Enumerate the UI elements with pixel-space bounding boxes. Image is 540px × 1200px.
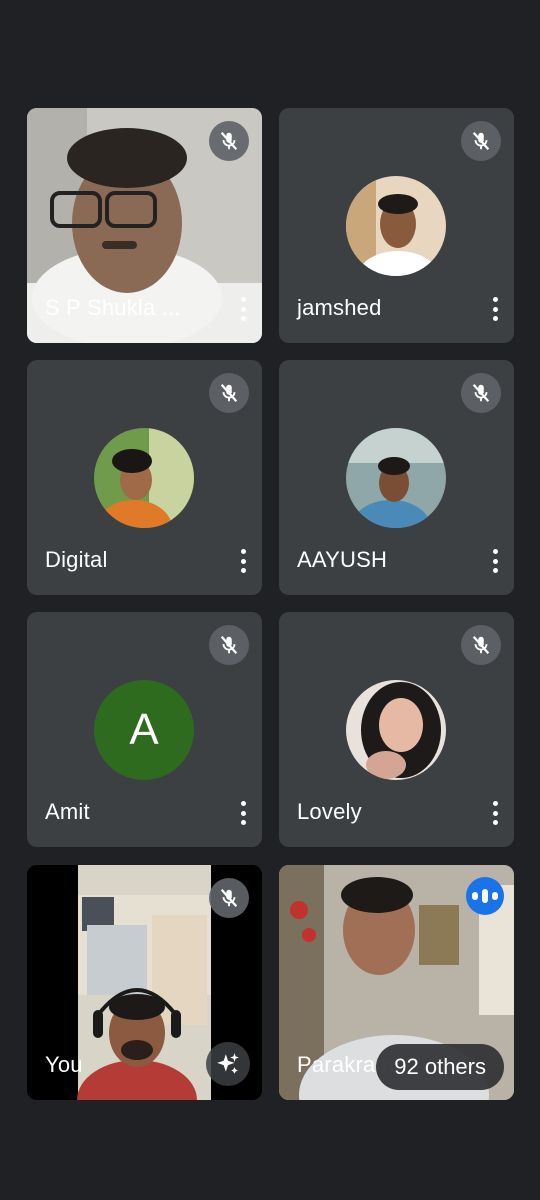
mic-off-icon — [461, 373, 501, 413]
more-options-icon[interactable] — [484, 293, 506, 325]
others-count-button[interactable]: 92 others — [376, 1044, 504, 1090]
participant-name: Digital — [45, 547, 108, 572]
more-options-icon[interactable] — [484, 545, 506, 577]
participant-tile-digital[interactable]: Digital — [27, 360, 262, 595]
participant-name: S P Shukla ... — [45, 295, 181, 320]
participant-tile-jamshed[interactable]: jamshed — [279, 108, 514, 343]
avatar — [94, 428, 194, 528]
avatar — [346, 680, 446, 780]
avatar — [346, 176, 446, 276]
speaking-indicator-icon — [466, 877, 504, 915]
participant-name: Lovely — [297, 799, 362, 824]
more-options-icon[interactable] — [232, 797, 254, 829]
participant-tile-amit[interactable]: A Amit — [27, 612, 262, 847]
participant-tile-lovely[interactable]: Lovely — [279, 612, 514, 847]
mic-off-icon — [209, 121, 249, 161]
more-options-icon[interactable] — [232, 293, 254, 325]
more-options-icon[interactable] — [232, 545, 254, 577]
participant-name: Amit — [45, 799, 90, 824]
avatar — [346, 428, 446, 528]
participant-tile-sp-shukla[interactable]: S P Shukla ... — [27, 108, 262, 343]
mic-off-icon — [461, 121, 501, 161]
participant-tile-aayush[interactable]: AAYUSH — [279, 360, 514, 595]
mic-off-icon — [209, 625, 249, 665]
mic-off-icon — [209, 878, 249, 918]
mic-off-icon — [461, 625, 501, 665]
mic-off-icon — [209, 373, 249, 413]
participant-name: AAYUSH — [297, 547, 388, 572]
more-options-icon[interactable] — [484, 797, 506, 829]
participant-tile-parakram[interactable]: Parakram 92 others — [279, 865, 514, 1100]
participant-tile-you[interactable]: You — [27, 865, 262, 1100]
effects-sparkle-icon[interactable] — [206, 1042, 250, 1086]
participant-name: jamshed — [297, 295, 382, 320]
participant-name: You — [45, 1052, 83, 1077]
avatar: A — [94, 680, 194, 780]
